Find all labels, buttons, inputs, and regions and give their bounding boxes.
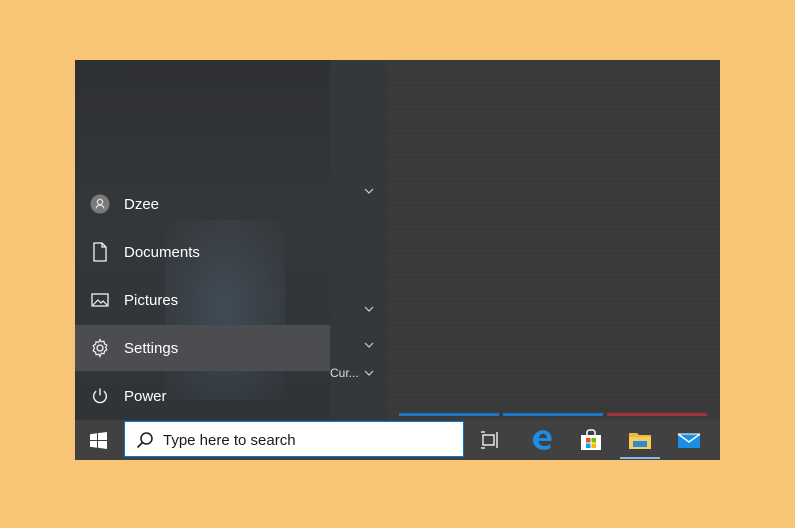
document-icon xyxy=(90,242,110,262)
app-list-fragment[interactable]: Cur... xyxy=(330,366,359,380)
menu-item-user[interactable]: Dzee xyxy=(75,181,330,227)
gear-icon xyxy=(90,338,110,358)
menu-item-pictures[interactable]: Pictures xyxy=(75,277,330,323)
user-avatar-icon xyxy=(90,194,110,214)
chevron-down-icon[interactable] xyxy=(364,341,374,351)
menu-item-label: Settings xyxy=(124,339,179,357)
menu-item-label: Dzee xyxy=(124,195,160,213)
menu-item-label: Documents xyxy=(124,243,200,261)
start-button[interactable] xyxy=(75,420,122,460)
menu-item-label: Power xyxy=(124,387,167,405)
search-box[interactable]: Type here to search xyxy=(124,421,464,457)
chevron-down-icon[interactable] xyxy=(364,187,374,197)
edge-icon[interactable] xyxy=(528,426,556,454)
power-icon xyxy=(90,386,110,406)
menu-item-power[interactable]: Power xyxy=(75,373,330,419)
menu-item-label: Pictures xyxy=(124,291,179,309)
store-icon[interactable] xyxy=(577,426,605,454)
pictures-icon xyxy=(90,290,110,310)
start-menu-screen: Dzee Documents Pictures Settings Power C… xyxy=(75,60,720,460)
search-placeholder: Type here to search xyxy=(163,432,296,449)
task-view-icon[interactable] xyxy=(476,426,504,454)
file-explorer-icon[interactable] xyxy=(626,426,654,454)
tiles-pane xyxy=(333,60,720,420)
menu-item-documents[interactable]: Documents xyxy=(75,229,330,275)
taskbar: Type here to search xyxy=(75,420,720,460)
tile-accent-bar xyxy=(503,413,603,416)
mail-icon[interactable] xyxy=(675,426,703,454)
active-app-indicator xyxy=(620,457,660,459)
chevron-down-icon[interactable] xyxy=(364,369,374,379)
tile-accent-bar xyxy=(399,413,499,416)
windows-logo-icon xyxy=(90,431,107,449)
search-icon xyxy=(136,431,154,449)
menu-item-settings[interactable]: Settings xyxy=(75,325,330,371)
chevron-down-icon[interactable] xyxy=(364,305,374,315)
tile-accent-bar xyxy=(607,413,707,416)
